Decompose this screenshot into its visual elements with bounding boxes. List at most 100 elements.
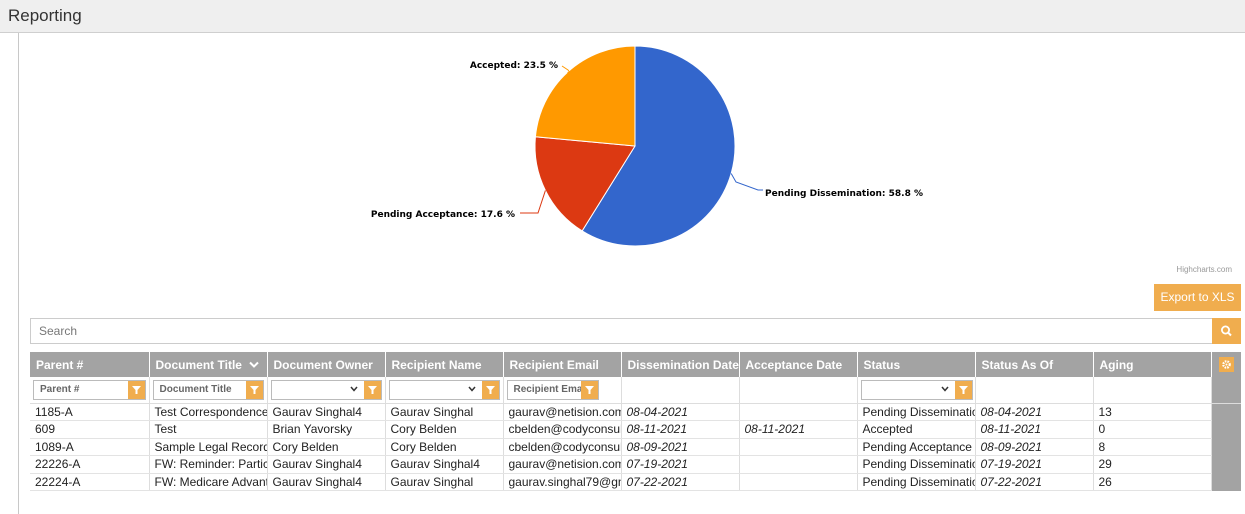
- filter-icon[interactable]: [580, 380, 598, 399]
- page-header: Reporting: [0, 0, 1245, 33]
- document-title-filter-input[interactable]: Document Title: [152, 379, 264, 400]
- column-header-recipient-name[interactable]: Recipient Name: [385, 352, 504, 377]
- sort-desc-icon: [249, 361, 260, 368]
- cell-acceptance-date: [739, 438, 858, 456]
- column-header-recipient-email[interactable]: Recipient Email: [503, 352, 622, 377]
- cell-document-title: Sample Legal Record: [149, 438, 268, 456]
- column-header-dissemination-date[interactable]: Dissemination Date: [621, 352, 740, 377]
- chevron-down-icon: [940, 386, 949, 392]
- export-to-xls-button[interactable]: Export to XLS: [1154, 284, 1241, 311]
- cell-status-as-of: 08-09-2021: [975, 438, 1094, 456]
- pie-connector-line: [520, 190, 546, 214]
- cell-recipient-email: gaurav.singhal79@gm: [503, 473, 622, 491]
- cell-dissemination-date: 08-04-2021: [621, 403, 740, 421]
- cell-parent-link[interactable]: 22224-A: [30, 473, 150, 491]
- gear-icon[interactable]: [1218, 357, 1234, 373]
- table-row[interactable]: 1185-A Test Correspondence Gaurav Singhal4…: [30, 403, 1241, 421]
- status-filter-select[interactable]: [860, 379, 973, 400]
- cell-recipient-email: cbelden@codyconsulti: [503, 420, 622, 439]
- cell-parent-link[interactable]: 1185-A: [30, 403, 150, 421]
- filter-icon[interactable]: [245, 380, 263, 399]
- recipient-name-filter-select[interactable]: [388, 379, 500, 400]
- cell-document-title: Test: [149, 420, 268, 439]
- cell-document-owner: Gaurav Singhal4: [267, 455, 386, 474]
- cell-aging: 26: [1093, 473, 1212, 491]
- table-row[interactable]: 1089-A Sample Legal Record Cory Belden Cory…: [30, 438, 1241, 456]
- parent-filter-input[interactable]: Parent #: [33, 379, 146, 400]
- cell-recipient-name: Cory Belden: [385, 420, 504, 439]
- cell-parent-link[interactable]: 609: [30, 420, 150, 439]
- scroll-gutter: [1211, 420, 1241, 438]
- search-input[interactable]: [30, 318, 1212, 344]
- cell-status-as-of: 08-04-2021: [975, 403, 1094, 421]
- column-header-parent[interactable]: Parent #: [30, 352, 150, 377]
- filter-cell-status: [857, 377, 976, 404]
- cell-status: Accepted: [857, 420, 976, 439]
- scroll-gutter: [1211, 403, 1241, 421]
- table-row[interactable]: 22226-A FW: Reminder: Particip Gaurav Sing…: [30, 455, 1241, 474]
- filter-icon[interactable]: [363, 380, 381, 399]
- cell-status: Pending Dissemination: [857, 403, 976, 421]
- search-icon: [1220, 325, 1232, 337]
- header-row: Parent # Document Title Document Owner R…: [30, 352, 1242, 377]
- document-owner-filter-select[interactable]: [270, 379, 382, 400]
- page-title: Reporting: [8, 6, 82, 25]
- documents-table: Parent # Document Title Document Owner R…: [30, 352, 1242, 491]
- cell-recipient-email: cbelden@codyconsulti: [503, 438, 622, 456]
- cell-recipient-name: Gaurav Singhal4: [385, 455, 504, 474]
- filter-cell-title: Document Title: [149, 377, 268, 404]
- column-header-status-as-of[interactable]: Status As Of: [975, 352, 1094, 377]
- filter-row: Parent # Document Title Recipient Email: [30, 377, 1241, 404]
- cell-document-owner: Brian Yavorsky: [267, 420, 386, 439]
- column-header-document-owner[interactable]: Document Owner: [267, 352, 386, 377]
- column-settings[interactable]: [1211, 352, 1242, 377]
- cell-status: Pending Dissemination: [857, 455, 976, 474]
- filter-cell-empty: [739, 377, 858, 404]
- filter-cell-email: Recipient Email: [503, 377, 622, 404]
- pie-data-label: Pending Dissemination: 58.8 %: [765, 189, 923, 199]
- cell-acceptance-date: [739, 455, 858, 474]
- scroll-gutter: [1211, 377, 1241, 404]
- chart-credit[interactable]: Highcharts.com: [1176, 265, 1232, 274]
- filter-cell-owner: [267, 377, 386, 404]
- cell-recipient-email: gaurav@netision.com: [503, 403, 622, 421]
- column-header-acceptance-date[interactable]: Acceptance Date: [739, 352, 858, 377]
- filter-cell-empty: [975, 377, 1094, 404]
- pie-data-label: Accepted: 23.5 %: [470, 61, 558, 71]
- cell-recipient-email: gaurav@netision.com: [503, 455, 622, 474]
- filter-cell-recipient: [385, 377, 504, 404]
- recipient-email-filter-input[interactable]: Recipient Email: [506, 379, 599, 400]
- cell-document-title: Test Correspondence: [149, 403, 268, 421]
- cell-acceptance-date: [739, 403, 858, 421]
- cell-acceptance-date: [739, 473, 858, 491]
- cell-status-as-of: 08-11-2021: [975, 420, 1094, 439]
- column-header-status[interactable]: Status: [857, 352, 976, 377]
- cell-document-title: FW: Reminder: Particip: [149, 455, 268, 474]
- cell-document-title: FW: Medicare Advanta: [149, 473, 268, 491]
- table-row[interactable]: 609 Test Brian Yavorsky Cory Belden cbelden@…: [30, 420, 1241, 439]
- scroll-gutter: [1211, 473, 1241, 491]
- column-header-document-title[interactable]: Document Title: [149, 352, 268, 377]
- table-row[interactable]: 22224-A FW: Medicare Advanta Gaurav Singha…: [30, 473, 1241, 491]
- search-bar: [30, 318, 1241, 344]
- cell-document-owner: Gaurav Singhal4: [267, 473, 386, 491]
- cell-dissemination-date: 07-19-2021: [621, 455, 740, 474]
- cell-aging: 29: [1093, 455, 1212, 474]
- cell-status: Pending Dissemination: [857, 473, 976, 491]
- cell-status: Pending Acceptance: [857, 438, 976, 456]
- column-header-aging[interactable]: Aging: [1093, 352, 1212, 377]
- cell-recipient-name: Cory Belden: [385, 438, 504, 456]
- scroll-gutter: [1211, 455, 1241, 473]
- search-button[interactable]: [1212, 318, 1241, 344]
- cell-dissemination-date: 07-22-2021: [621, 473, 740, 491]
- chevron-down-icon: [349, 386, 358, 392]
- filter-icon[interactable]: [954, 380, 972, 399]
- scroll-gutter: [1211, 438, 1241, 456]
- cell-aging: 13: [1093, 403, 1212, 421]
- cell-parent-link[interactable]: 1089-A: [30, 438, 150, 456]
- filter-icon[interactable]: [481, 380, 499, 399]
- cell-parent-link[interactable]: 22226-A: [30, 455, 150, 474]
- filter-icon[interactable]: [127, 380, 145, 399]
- cell-recipient-name: Gaurav Singhal: [385, 403, 504, 421]
- cell-status-as-of: 07-22-2021: [975, 473, 1094, 491]
